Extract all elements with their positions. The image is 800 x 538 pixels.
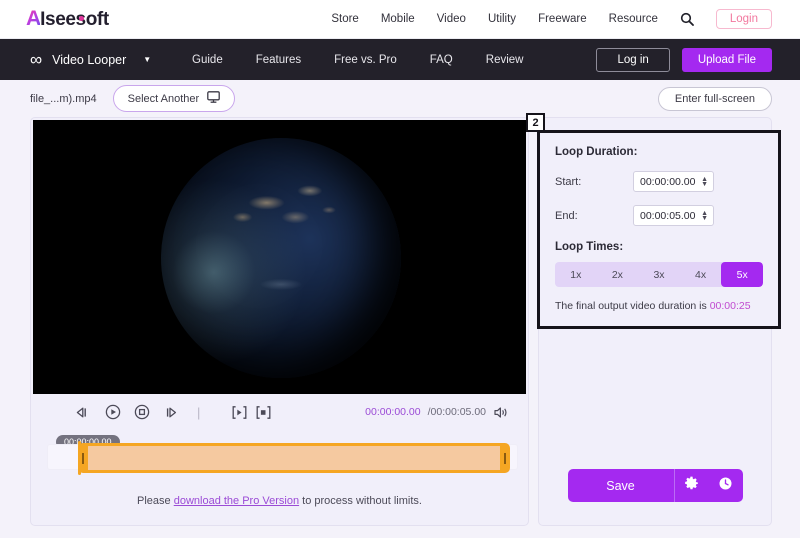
- nav-actions: Log in Upload File: [596, 47, 772, 72]
- file-row: file_...m).mp4 Select Another Enter full…: [0, 80, 800, 117]
- settings-panel: 2 Loop Duration: Start: 00:00:00.00 ▲ ▼ …: [526, 113, 781, 526]
- loop-settings-highlight: 2 Loop Duration: Start: 00:00:00.00 ▲ ▼ …: [526, 113, 781, 329]
- controls-divider: |: [197, 404, 201, 420]
- stepper-down-icon[interactable]: ▼: [701, 215, 708, 222]
- final-duration-label: The final output video duration is: [555, 300, 710, 312]
- loop-times-group: 1x 2x 3x 4x 5x: [555, 262, 763, 287]
- loop-option-5x[interactable]: 5x: [721, 262, 763, 287]
- timeline[interactable]: 00:00:00.00: [31, 435, 528, 475]
- product-name: Video Looper: [52, 52, 127, 67]
- end-label: End:: [555, 209, 578, 222]
- nav-item-review[interactable]: Review: [486, 54, 524, 66]
- marker-buttons: [231, 405, 271, 420]
- upload-file-button[interactable]: Upload File: [681, 47, 772, 72]
- product-nav-bar: ∞ Video Looper ▼ Guide Features Free vs.…: [0, 39, 800, 80]
- login-button[interactable]: Login: [715, 9, 772, 29]
- end-time-input[interactable]: 00:00:05.00 ▲ ▼: [633, 205, 714, 226]
- chevron-down-icon[interactable]: ▼: [143, 55, 151, 64]
- set-end-icon[interactable]: [255, 405, 271, 420]
- end-time-value: 00:00:05.00: [640, 209, 696, 222]
- earth-video-frame: [161, 138, 401, 378]
- topnav-item-resource[interactable]: Resource: [609, 13, 658, 25]
- trim-region[interactable]: [78, 443, 510, 473]
- trim-handle-right[interactable]: [500, 446, 510, 470]
- top-nav: Store Mobile Video Utility Freeware Reso…: [331, 9, 772, 29]
- hint-suffix: to process without limits.: [299, 495, 422, 507]
- file-name: file_...m).mp4: [30, 92, 97, 105]
- nav-item-free-vs-pro[interactable]: Free vs. Pro: [334, 54, 397, 66]
- start-time-value: 00:00:00.00: [640, 175, 696, 188]
- final-duration-note: The final output video duration is 00:00…: [555, 300, 763, 312]
- enter-fullscreen-button[interactable]: Enter full-screen: [657, 86, 772, 111]
- video-preview[interactable]: [33, 120, 526, 394]
- logo-text: Iseesoft: [40, 9, 109, 31]
- loop-option-4x[interactable]: 4x: [680, 262, 722, 287]
- select-another-label: Select Another: [127, 92, 200, 105]
- logo-mark: A: [26, 6, 41, 30]
- product-nav-links: Guide Features Free vs. Pro FAQ Review L…: [192, 47, 772, 72]
- time-display: 00:00:00.00 /00:00:05.00: [365, 406, 509, 419]
- save-row: Save: [539, 469, 771, 525]
- stepper-down-icon[interactable]: ▼: [701, 181, 708, 188]
- loop-option-2x[interactable]: 2x: [597, 262, 639, 287]
- history-button[interactable]: [709, 469, 743, 502]
- settings-gear-button[interactable]: [675, 469, 709, 502]
- start-stepper[interactable]: ▲ ▼: [701, 176, 708, 188]
- playhead[interactable]: [78, 441, 81, 475]
- nav-item-features[interactable]: Features: [256, 54, 301, 66]
- loop-option-3x[interactable]: 3x: [638, 262, 680, 287]
- save-button[interactable]: Save: [568, 469, 675, 502]
- set-start-icon[interactable]: [231, 405, 247, 420]
- timeline-track[interactable]: [47, 441, 518, 475]
- nav-item-guide[interactable]: Guide: [192, 54, 223, 66]
- infinity-icon: ∞: [30, 50, 42, 69]
- topnav-item-mobile[interactable]: Mobile: [381, 13, 415, 25]
- top-bar: A Iseesoft Store Mobile Video Utility Fr…: [0, 0, 800, 39]
- pro-version-link[interactable]: download the Pro Version: [174, 495, 299, 507]
- player-panel: | 00:00:00.00 /00:00:05.00 00:00:00.00 P…: [30, 117, 529, 526]
- topnav-item-freeware[interactable]: Freeware: [538, 13, 587, 25]
- topnav-item-video[interactable]: Video: [437, 13, 466, 25]
- topnav-item-utility[interactable]: Utility: [488, 13, 516, 25]
- select-another-button[interactable]: Select Another: [112, 85, 236, 112]
- pro-version-hint: Please download the Pro Version to proce…: [31, 495, 528, 507]
- monitor-icon: [207, 91, 221, 106]
- nav-item-faq[interactable]: FAQ: [430, 54, 453, 66]
- clock-icon: [718, 476, 733, 496]
- step-badge: 2: [526, 113, 545, 132]
- logo-dot-icon: [79, 15, 85, 21]
- start-time-row: Start: 00:00:00.00 ▲ ▼: [555, 171, 763, 192]
- forward-icon[interactable]: [163, 406, 180, 419]
- logo-text-label: Iseesoft: [40, 8, 109, 30]
- rewind-icon[interactable]: [75, 406, 92, 419]
- end-stepper[interactable]: ▲ ▼: [701, 210, 708, 222]
- end-time-row: End: 00:00:05.00 ▲ ▼: [555, 205, 763, 226]
- search-icon[interactable]: [680, 12, 694, 26]
- product-brand[interactable]: ∞ Video Looper ▼: [30, 51, 151, 68]
- start-label: Start:: [555, 175, 582, 188]
- topnav-item-store[interactable]: Store: [331, 13, 359, 25]
- logo[interactable]: A Iseesoft: [26, 8, 109, 31]
- main-area: | 00:00:00.00 /00:00:05.00 00:00:00.00 P…: [0, 113, 800, 526]
- loop-option-1x[interactable]: 1x: [555, 262, 597, 287]
- loop-duration-title: Loop Duration:: [555, 146, 638, 158]
- nav-login-button[interactable]: Log in: [596, 47, 670, 72]
- current-time: 00:00:00.00: [365, 406, 421, 418]
- hint-prefix: Please: [137, 495, 174, 507]
- final-duration-value: 00:00:25: [709, 300, 751, 312]
- gear-icon: [684, 476, 699, 496]
- stop-icon[interactable]: [134, 404, 150, 420]
- play-icon[interactable]: [105, 404, 121, 420]
- start-time-input[interactable]: 00:00:00.00 ▲ ▼: [633, 171, 714, 192]
- save-group: Save: [567, 469, 743, 502]
- player-controls: | 00:00:00.00 /00:00:05.00: [31, 394, 528, 430]
- loop-times-title: Loop Times:: [555, 241, 624, 253]
- volume-icon[interactable]: [493, 406, 509, 419]
- total-time: /00:00:05.00: [427, 406, 486, 418]
